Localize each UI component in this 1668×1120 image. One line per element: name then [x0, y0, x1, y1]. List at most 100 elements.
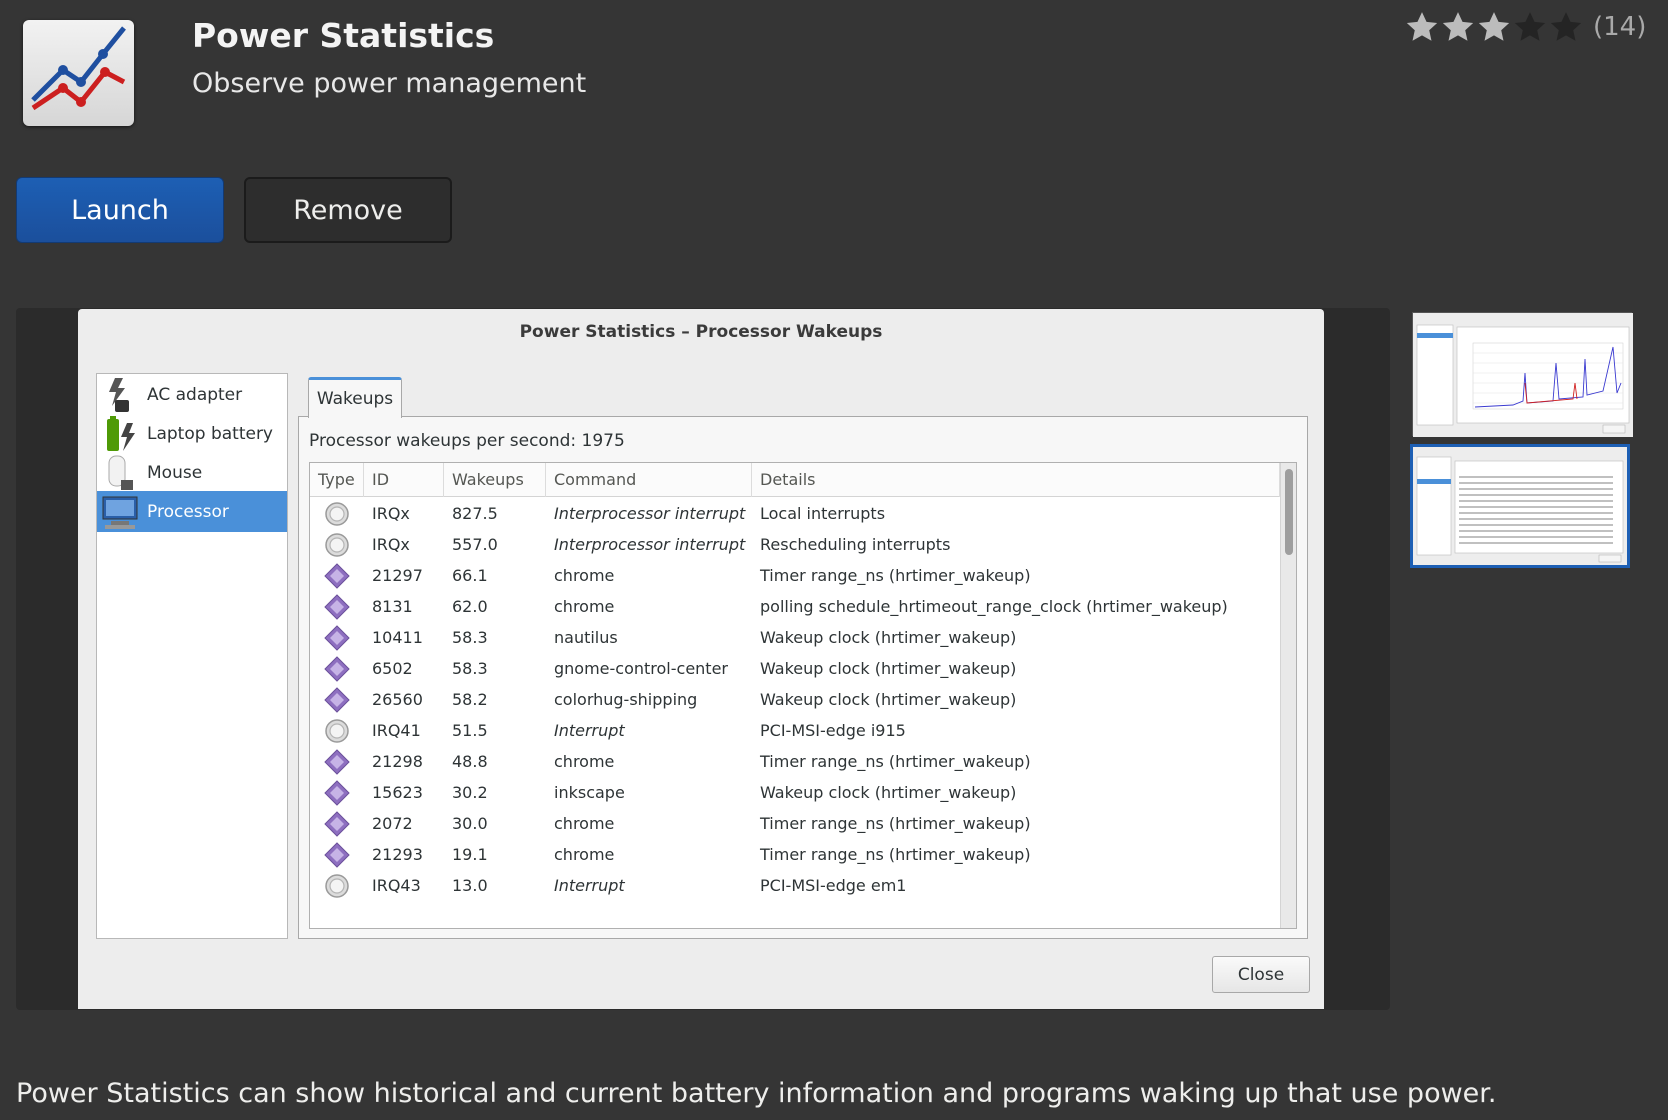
process-icon — [324, 687, 350, 713]
cell-details: Wakeup clock (hrtimer_wakeup) — [760, 783, 1017, 802]
cell-id: 8131 — [372, 597, 413, 616]
cell-wakeups: 51.5 — [452, 721, 488, 740]
cell-details: Local interrupts — [760, 504, 886, 523]
table-header: Type ID Wakeups Command Details — [310, 463, 1280, 497]
star-icon[interactable] — [1441, 10, 1475, 44]
cell-id: IRQ43 — [372, 876, 421, 895]
wakeups-table: Type ID Wakeups Command Details IRQx 827.5 Int… — [309, 462, 1297, 929]
table-row: 10411 58.3 nautilus Wakeup clock (hrtimer_w… — [310, 621, 1280, 654]
device-item-laptop-battery: Laptop battery — [97, 413, 287, 454]
device-item-processor: Processor — [97, 491, 287, 532]
table-row: 2072 30.0 chrome Timer range_ns (hrtimer_wa… — [310, 807, 1280, 840]
process-icon — [324, 625, 350, 651]
cell-command: Interprocessor interrupt — [554, 535, 746, 554]
process-icon — [324, 656, 350, 682]
cell-id: 15623 — [372, 783, 423, 802]
table-row: IRQx 557.0 Interprocessor interrupt Resched… — [310, 528, 1280, 561]
table-row: 21298 48.8 chrome Timer range_ns (hrtimer_w… — [310, 745, 1280, 778]
cell-id: 10411 — [372, 628, 423, 647]
cell-wakeups: 58.3 — [452, 659, 488, 678]
star-icon[interactable] — [1405, 10, 1439, 44]
table-row: IRQ43 13.0 Interrupt PCI-MSI-edge em1 — [310, 869, 1280, 902]
process-icon — [324, 842, 350, 868]
cell-id: 21297 — [372, 566, 423, 585]
star-icon[interactable] — [1549, 10, 1583, 44]
cell-command: chrome — [554, 814, 615, 833]
table-row: 8131 62.0 chrome polling schedule_hrtimeout… — [310, 590, 1280, 623]
device-label: Mouse — [147, 462, 203, 483]
app-summary: Observe power management — [192, 68, 587, 99]
cell-wakeups: 66.1 — [452, 566, 488, 585]
cell-wakeups: 58.2 — [452, 690, 488, 709]
history-thumbnail-image — [1413, 313, 1633, 437]
wakeups-thumbnail-image — [1413, 447, 1627, 565]
table-row: IRQ41 51.5 Interrupt PCI-MSI-edge i915 — [310, 714, 1280, 747]
cell-command: Interprocessor interrupt — [554, 504, 746, 523]
cell-id: IRQ41 — [372, 721, 421, 740]
device-list: AC adapter Laptop battery Mouse Processor — [96, 373, 288, 939]
interrupt-icon — [325, 533, 349, 557]
screenshot-dialog: Power Statistics – Processor Wakeups AC … — [78, 309, 1324, 1009]
interrupt-icon — [325, 502, 349, 526]
cell-command: nautilus — [554, 628, 618, 647]
column-header-wakeups: Wakeups — [444, 463, 546, 497]
column-header-details: Details — [752, 463, 1280, 497]
device-item-mouse: Mouse — [97, 452, 287, 493]
cell-command: chrome — [554, 597, 615, 616]
interrupt-icon — [325, 874, 349, 898]
app-title: Power Statistics — [192, 16, 495, 55]
cell-id: 21293 — [372, 845, 423, 864]
cell-wakeups: 19.1 — [452, 845, 488, 864]
cell-command: gnome-control-center — [554, 659, 728, 678]
table-row: 21297 66.1 chrome Timer range_ns (hrtimer_w… — [310, 559, 1280, 592]
review-count[interactable]: (14) — [1593, 12, 1646, 42]
cell-wakeups: 62.0 — [452, 597, 488, 616]
cell-id: IRQx — [372, 535, 410, 554]
dialog-title: Power Statistics – Processor Wakeups — [519, 322, 883, 342]
close-button: Close — [1212, 956, 1310, 993]
cell-command: chrome — [554, 566, 615, 585]
remove-button[interactable]: Remove — [244, 177, 452, 243]
process-icon — [324, 811, 350, 837]
cell-command: chrome — [554, 845, 615, 864]
cell-details: Wakeup clock (hrtimer_wakeup) — [760, 690, 1017, 709]
table-row: 21293 19.1 chrome Timer range_ns (hrtimer_w… — [310, 838, 1280, 871]
table-scrollbar — [1280, 463, 1296, 928]
cell-command: chrome — [554, 752, 615, 771]
cell-wakeups: 30.2 — [452, 783, 488, 802]
cell-details: PCI-MSI-edge em1 — [760, 876, 907, 895]
cell-wakeups: 13.0 — [452, 876, 488, 895]
processor-icon — [102, 496, 138, 529]
cell-wakeups: 48.8 — [452, 752, 488, 771]
cell-details: Timer range_ns (hrtimer_wakeup) — [760, 845, 1031, 864]
interrupt-icon — [325, 719, 349, 743]
star-icon[interactable] — [1477, 10, 1511, 44]
ac-adapter-icon — [109, 377, 129, 412]
cell-details: Wakeup clock (hrtimer_wakeup) — [760, 628, 1017, 647]
column-header-id: ID — [364, 463, 444, 497]
cell-command: Interrupt — [554, 721, 625, 740]
screenshot-thumbnail-history[interactable] — [1412, 312, 1633, 437]
rating-stars[interactable] — [1405, 10, 1585, 44]
cell-command: colorhug-shipping — [554, 690, 698, 709]
cell-details: Rescheduling interrupts — [760, 535, 951, 554]
cell-id: IRQx — [372, 504, 410, 523]
process-icon — [324, 563, 350, 589]
cell-id: 21298 — [372, 752, 423, 771]
cell-details: Timer range_ns (hrtimer_wakeup) — [760, 566, 1031, 585]
cell-wakeups: 557.0 — [452, 535, 498, 554]
table-row: 6502 58.3 gnome-control-center Wakeup clock… — [310, 652, 1280, 685]
table-row: 15623 30.2 inkscape Wakeup clock (hrtimer_w… — [310, 776, 1280, 809]
star-icon[interactable] — [1513, 10, 1547, 44]
device-item-ac-adapter: AC adapter — [97, 374, 287, 415]
tab-wakeups: Wakeups — [308, 377, 402, 418]
process-icon — [324, 780, 350, 806]
launch-button[interactable]: Launch — [16, 177, 224, 243]
star-rating[interactable]: (14) — [1405, 10, 1646, 44]
process-icon — [324, 749, 350, 775]
cell-details: PCI-MSI-edge i915 — [760, 721, 906, 740]
screenshot-thumbnail-wakeups[interactable] — [1410, 444, 1630, 568]
process-icon — [324, 594, 350, 620]
column-header-type: Type — [310, 463, 364, 497]
table-row: 26560 58.2 colorhug-shipping Wakeup clock (… — [310, 683, 1280, 716]
